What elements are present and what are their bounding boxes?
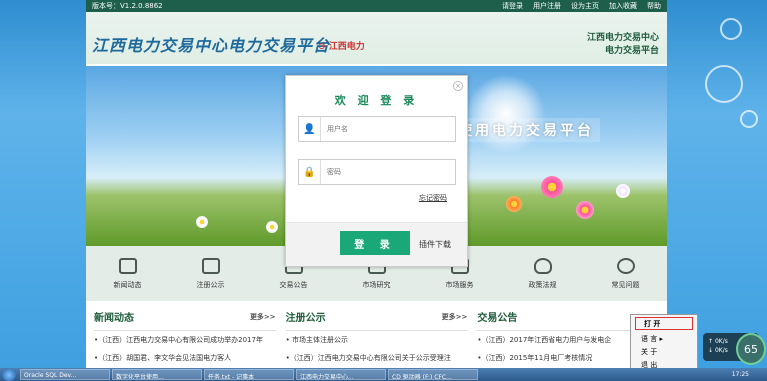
bubble (720, 18, 742, 40)
flower (576, 201, 594, 219)
speed-gauge[interactable]: 65 (736, 333, 766, 365)
news-column: 新闻动态 更多>> •（江西）江西电力交易中心有限公司成功举办2017年 •（江西… (94, 305, 276, 368)
set-homepage-link[interactable]: 设为主页 (571, 1, 599, 11)
download-speed: 0K/s (714, 347, 728, 354)
nav-registration[interactable]: 注册公示 (169, 246, 252, 301)
header-right-title: 江西电力交易中心 电力交易平台 (586, 33, 659, 56)
login-footer: 登 录 插件下载 (286, 222, 467, 266)
upload-speed: 0K/s (714, 338, 728, 345)
news-item[interactable]: •（江西）江西电力交易中心有限公司成功举办2017年 (94, 331, 276, 349)
shield-icon (533, 257, 552, 274)
banner-slogan: 使用电力交易平台 (452, 118, 600, 142)
column-title: 交易公告 (477, 313, 518, 324)
flower (541, 176, 563, 198)
news-item[interactable]: •（江西）胡国君、李文华会见法国电力客人 (94, 349, 276, 367)
chat-bubble-icon (616, 257, 635, 274)
news-columns: 新闻动态 更多>> •（江西）江西电力交易中心有限公司成功举办2017年 •（江西… (86, 305, 667, 368)
site-header: 江西电力交易中心电力交易平台 ⊙ 江西电力 江西电力交易中心 电力交易平台 (86, 12, 667, 64)
help-link[interactable]: 帮助 (647, 1, 661, 11)
plugin-download-link[interactable]: 插件下载 (419, 239, 451, 250)
taskbar-item[interactable]: CD 驱动器 (F:) CFC... (388, 369, 478, 380)
menu-about[interactable]: 关 于 (631, 345, 697, 358)
password-field[interactable]: 🔒 (298, 159, 456, 185)
close-icon[interactable]: × (453, 81, 463, 91)
registration-icon (201, 257, 220, 274)
column-title: 注册公示 (285, 313, 326, 324)
taskbar-item[interactable]: Oracle SQL Dev... (20, 369, 110, 380)
version-label: 版本号：V1.2.0.8862 (92, 2, 163, 10)
taskbar-item[interactable]: 数字化平台使用... (112, 369, 202, 380)
username-input[interactable] (321, 117, 455, 141)
taskbar-item[interactable]: 任务.txt - 记事本 (204, 369, 294, 380)
nav-news[interactable]: 新闻动态 (86, 246, 169, 301)
bubble (705, 65, 743, 103)
news-icon (118, 257, 137, 274)
more-link[interactable]: 更多>> (250, 312, 276, 322)
flower (506, 196, 522, 212)
tray-context-menu: 打 开 语 言 ▸ 关 于 退 出 (630, 314, 698, 376)
bubble (740, 110, 758, 128)
taskbar-item[interactable]: 江西电力交易中心... (296, 369, 386, 380)
sun-glow (466, 74, 546, 154)
taskbar: Oracle SQL Dev... 数字化平台使用... 任务.txt - 记事… (0, 368, 767, 381)
forgot-password-link[interactable]: 忘记密码 (419, 193, 447, 203)
password-input[interactable] (321, 160, 455, 184)
region-label: ⊙ 江西电力 (318, 42, 365, 52)
flower (266, 221, 278, 233)
flower (196, 216, 208, 228)
menu-language[interactable]: 语 言 ▸ (631, 332, 697, 345)
column-title: 新闻动态 (94, 313, 134, 324)
more-link[interactable]: 更多>> (442, 312, 468, 322)
register-link[interactable]: 用户注册 (533, 1, 561, 11)
login-button[interactable]: 登 录 (340, 231, 410, 255)
start-button[interactable] (2, 368, 16, 381)
registration-item[interactable]: • 市场主体注册公示 (286, 331, 468, 349)
system-clock[interactable]: 17:25 (732, 371, 767, 378)
login-link[interactable]: 请登录 (502, 1, 523, 11)
top-links: 请登录 用户注册 设为主页 加入收藏 帮助 (502, 1, 661, 11)
registration-column: 注册公示 更多>> • 市场主体注册公示 •（江西）江西电力交易中心有限公司关于公… (285, 305, 468, 368)
login-title: 欢 迎 登 录 (334, 94, 419, 107)
registration-item[interactable]: •（江西）江西电力交易中心有限公司关于公示受理注 (286, 349, 468, 367)
add-favorite-link[interactable]: 加入收藏 (609, 1, 637, 11)
login-dialog: × 欢 迎 登 录 👤 🔒 忘记密码 登 录 插件下载 (285, 75, 468, 267)
top-bar: 版本号：V1.2.0.8862 请登录 用户注册 设为主页 加入收藏 帮助 (86, 0, 667, 12)
user-icon: 👤 (299, 117, 321, 141)
site-brand[interactable]: 江西电力交易中心电力交易平台 (92, 32, 330, 56)
lock-icon: 🔒 (299, 160, 321, 184)
username-field[interactable]: 👤 (298, 116, 456, 142)
menu-open[interactable]: 打 开 (635, 317, 693, 330)
nav-policy[interactable]: 政策法规 (501, 246, 584, 301)
nav-faq[interactable]: 常见问题 (584, 246, 667, 301)
flower (616, 184, 630, 198)
